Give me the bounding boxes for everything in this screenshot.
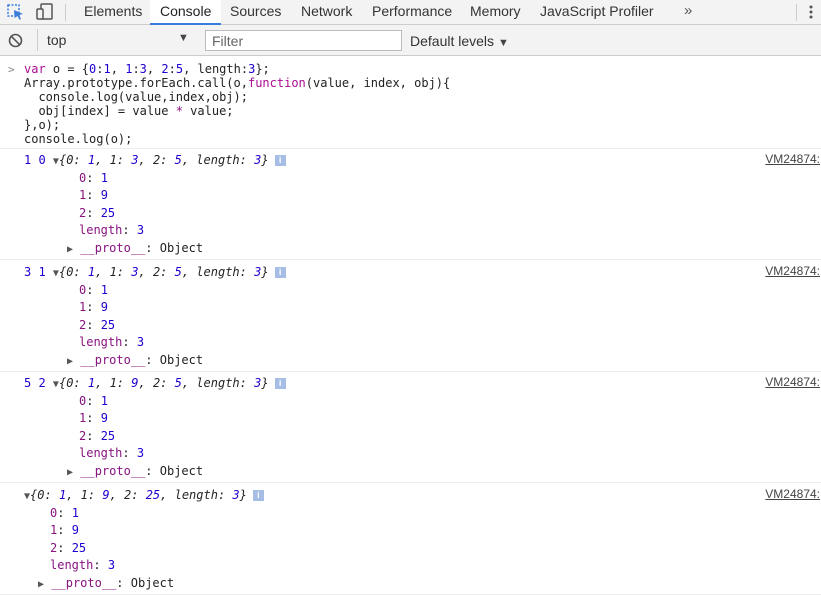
object-property: length: 3 [79, 335, 145, 349]
object-property: 1: 9 [79, 300, 108, 314]
log-args: 3 1 [24, 265, 46, 279]
object-property: 1: 9 [79, 411, 108, 425]
info-icon[interactable]: i [274, 267, 286, 278]
object-summary: {0: 1, 1: 3, 2: 5, length: 3} [58, 153, 269, 167]
proto-property[interactable]: ▶ __proto__: Object [67, 353, 203, 369]
object-property: 2: 25 [79, 205, 116, 220]
object-property: 2: 25 [79, 317, 116, 332]
log-levels-label: Default levels [410, 33, 495, 49]
clear-console-icon[interactable] [8, 33, 23, 48]
collapsed-triangle-icon[interactable]: ▶ [67, 467, 73, 478]
object-property: 1: 9 [79, 188, 108, 202]
log-message-header[interactable]: 5 2 ▼{0: 1, 1: 9, 2: 5, length: 3} i [24, 376, 286, 392]
log-message-header[interactable]: 1 0 ▼{0: 1, 1: 3, 2: 5, length: 3} i [24, 153, 286, 169]
device-toolbar-icon[interactable] [35, 3, 55, 21]
object-summary: {0: 1, 1: 3, 2: 5, length: 3} [58, 265, 269, 279]
filter-input[interactable] [205, 30, 402, 51]
context-value: top [47, 32, 67, 48]
tab-javascript-profiler[interactable]: JavaScript Profiler [540, 0, 654, 25]
proto-property[interactable]: ▶ __proto__: Object [38, 576, 174, 592]
log-levels-dropdown[interactable]: Default levels ▼ [410, 33, 509, 49]
inspect-element-icon[interactable] [6, 3, 26, 21]
code-line: console.log(value,index,obj); [24, 90, 248, 104]
info-icon[interactable]: i [274, 155, 286, 166]
source-link[interactable]: VM24874: [765, 487, 820, 501]
proto-property[interactable]: ▶ __proto__: Object [67, 464, 203, 480]
object-property: 2: 25 [50, 540, 87, 555]
message-divider [0, 148, 821, 149]
more-tabs-button[interactable]: » [684, 0, 692, 25]
tab-sources[interactable]: Sources [230, 0, 281, 25]
tab-console[interactable]: Console [150, 0, 222, 25]
object-property: 0: 1 [79, 170, 108, 185]
object-property: 0: 1 [79, 282, 108, 297]
code-line: var o = {0:1, 1:3, 2:5, length:3}; [24, 62, 270, 76]
message-divider [0, 259, 821, 260]
object-summary: {0: 1, 1: 9, 2: 5, length: 3} [58, 376, 269, 390]
object-property: 0: 1 [79, 393, 108, 408]
message-divider [0, 482, 821, 483]
kebab-menu-icon[interactable] [806, 4, 816, 20]
devtools-tabbar: Elements Console Sources Network Perform… [0, 0, 821, 25]
object-property: length: 3 [50, 558, 116, 572]
source-link[interactable]: VM24874: [765, 152, 820, 166]
toolbar-separator [65, 4, 66, 21]
info-icon[interactable]: i [274, 378, 286, 389]
info-icon[interactable]: i [252, 490, 264, 501]
code-line: },o); [24, 118, 61, 132]
object-property: length: 3 [79, 223, 145, 237]
code-line: obj[index] = value * value; [24, 104, 234, 118]
object-property: length: 3 [79, 446, 145, 460]
collapsed-triangle-icon[interactable]: ▶ [67, 244, 73, 255]
code-line: console.log(o); [24, 132, 133, 146]
object-property: 0: 1 [50, 505, 79, 520]
tab-memory[interactable]: Memory [470, 0, 521, 25]
input-prompt-icon: > [8, 63, 15, 76]
object-summary: {0: 1, 1: 9, 2: 25, length: 3} [30, 488, 247, 502]
toolbar-separator [796, 4, 797, 21]
caret-down-icon: ▼ [178, 32, 189, 44]
tab-elements[interactable]: Elements [84, 0, 142, 25]
log-message-header[interactable]: ▼{0: 1, 1: 9, 2: 25, length: 3} i [24, 488, 264, 504]
log-args: 5 2 [24, 376, 46, 390]
object-property: 1: 9 [50, 523, 79, 537]
object-property: 2: 25 [79, 428, 116, 443]
caret-down-icon: ▼ [498, 37, 509, 49]
log-message-header[interactable]: 3 1 ▼{0: 1, 1: 3, 2: 5, length: 3} i [24, 265, 286, 281]
console-output: > var o = {0:1, 1:3, 2:5, length:3}; Arr… [0, 57, 821, 595]
code-line: Array.prototype.forEach.call(o,function(… [24, 76, 451, 90]
log-args: 1 0 [24, 153, 46, 167]
console-toolbar: top ▼ Default levels▼ [0, 25, 821, 56]
source-link[interactable]: VM24874: [765, 375, 820, 389]
proto-property[interactable]: ▶ __proto__: Object [67, 241, 203, 257]
collapsed-triangle-icon[interactable]: ▶ [38, 579, 44, 590]
message-divider [0, 371, 821, 372]
collapsed-triangle-icon[interactable]: ▶ [67, 356, 73, 367]
tab-performance[interactable]: Performance [372, 0, 452, 25]
source-link[interactable]: VM24874: [765, 264, 820, 278]
context-selector[interactable]: top ▼ [37, 29, 195, 51]
tab-network[interactable]: Network [301, 0, 352, 25]
